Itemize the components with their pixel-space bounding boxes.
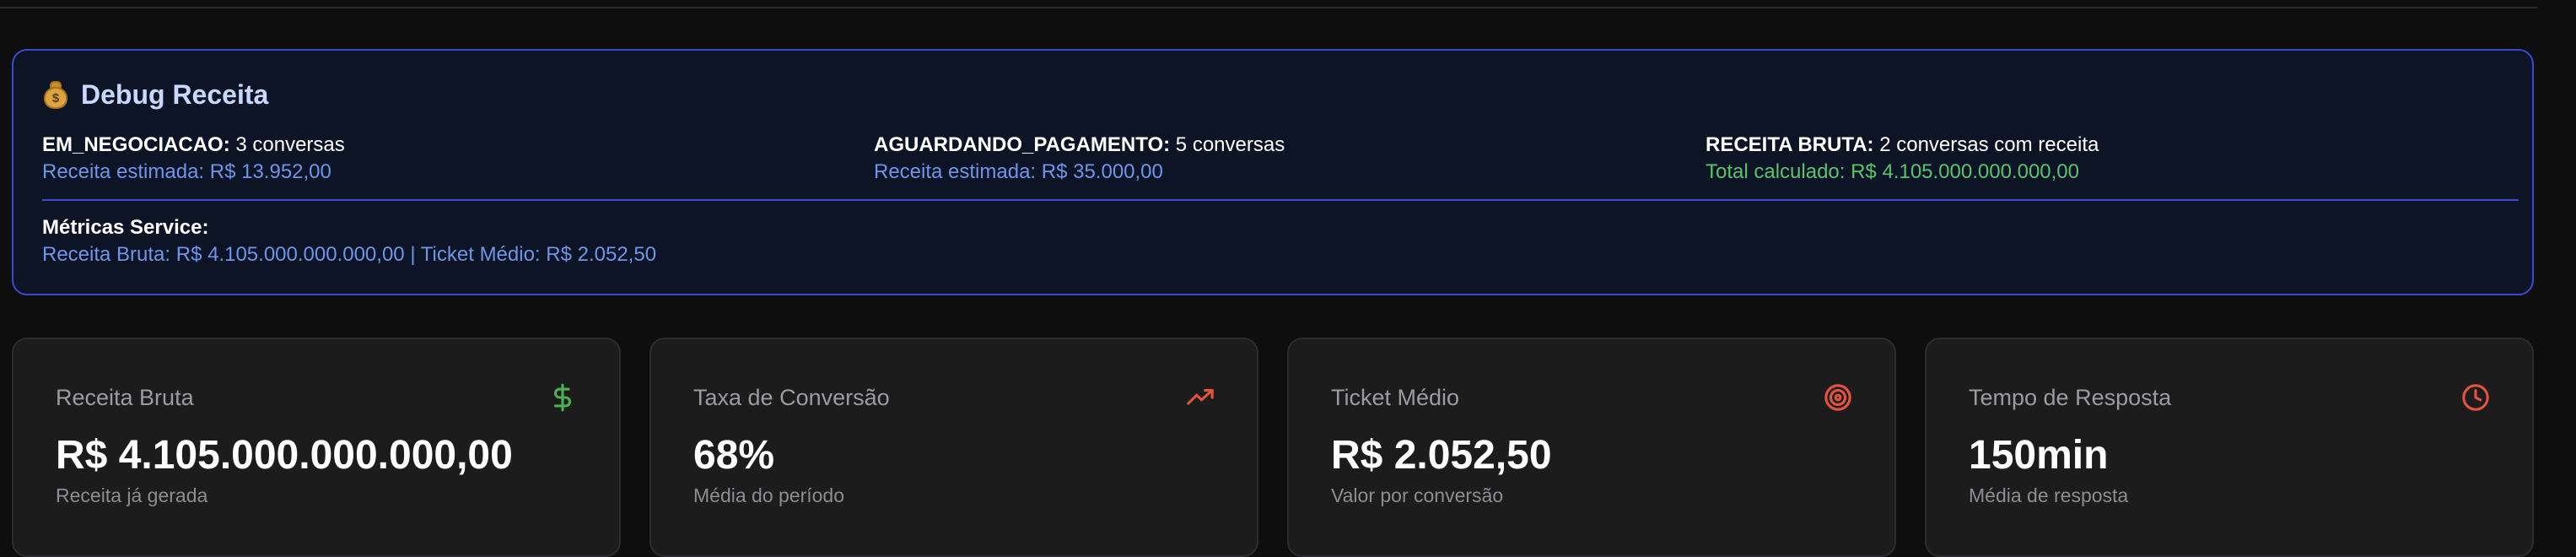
kpi-label: Taxa de Conversão: [693, 385, 890, 410]
debug-divider: [42, 199, 2519, 201]
target-icon: [1824, 384, 1851, 411]
moneybag-icon: $: [42, 80, 69, 111]
status-estimated-revenue: Receita estimada: R$ 13.952,00: [42, 160, 331, 183]
trending-up-icon: [1187, 388, 1214, 405]
debug-revenue-panel: $ Debug Receita EM_NEGOCIACAO: 3 convers…: [12, 49, 2534, 295]
kpi-subtitle: Média do período: [693, 484, 845, 506]
kpi-value: R$ 4.105.000.000.000,00: [56, 433, 513, 478]
kpi-card-taxa-conversao: Taxa de Conversão 68% Média do período: [649, 338, 1258, 557]
debug-title-text: Debug Receita: [81, 79, 269, 110]
status-count: 5 conversas: [1175, 133, 1285, 156]
kpi-subtitle: Valor por conversão: [1331, 484, 1504, 506]
dollar-icon: [553, 383, 571, 412]
service-metrics-line: Receita Bruta: R$ 4.105.000.000.000,00 |…: [42, 243, 657, 266]
kpi-value: R$ 2.052,50: [1331, 433, 1552, 478]
kpi-label: Receita Bruta: [56, 385, 194, 410]
kpi-value: 68%: [693, 433, 775, 478]
status-count: 3 conversas: [235, 133, 345, 156]
top-divider: [0, 7, 2537, 8]
status-label: RECEITA BRUTA:: [1706, 133, 1874, 156]
kpi-card-receita-bruta: Receita Bruta R$ 4.105.000.000.000,00 Re…: [12, 338, 621, 557]
debug-status-receita-bruta: RECEITA BRUTA: 2 conversas com receita T…: [1706, 132, 2099, 186]
clock-icon: [2462, 384, 2489, 411]
kpi-subtitle: Receita já gerada: [56, 484, 208, 506]
debug-panel-title: $ Debug Receita: [42, 79, 268, 111]
kpi-label: Ticket Médio: [1331, 385, 1460, 410]
status-total-calculated: Total calculado: R$ 4.105.000.000.000,00: [1706, 160, 2080, 183]
status-label: EM_NEGOCIACAO:: [42, 133, 230, 156]
kpi-card-tempo-resposta: Tempo de Resposta 150min Média de respos…: [1925, 338, 2534, 557]
kpi-card-ticket-medio: Ticket Médio R$ 2.052,50 Valor por conve…: [1287, 338, 1896, 557]
kpi-value: 150min: [1969, 433, 2109, 478]
debug-status-em-negociacao: EM_NEGOCIACAO: 3 conversas Receita estim…: [42, 132, 345, 186]
debug-status-aguardando-pagamento: AGUARDANDO_PAGAMENTO: 5 conversas Receit…: [874, 132, 1285, 186]
service-metrics: Métricas Service: Receita Bruta: R$ 4.10…: [42, 214, 656, 268]
status-estimated-revenue: Receita estimada: R$ 35.000,00: [874, 160, 1163, 183]
kpi-label: Tempo de Resposta: [1969, 385, 2172, 410]
service-metrics-title: Métricas Service:: [42, 216, 209, 239]
kpi-subtitle: Média de resposta: [1969, 484, 2129, 506]
status-label: AGUARDANDO_PAGAMENTO:: [874, 133, 1171, 156]
status-count: 2 conversas com receita: [1879, 133, 2099, 156]
